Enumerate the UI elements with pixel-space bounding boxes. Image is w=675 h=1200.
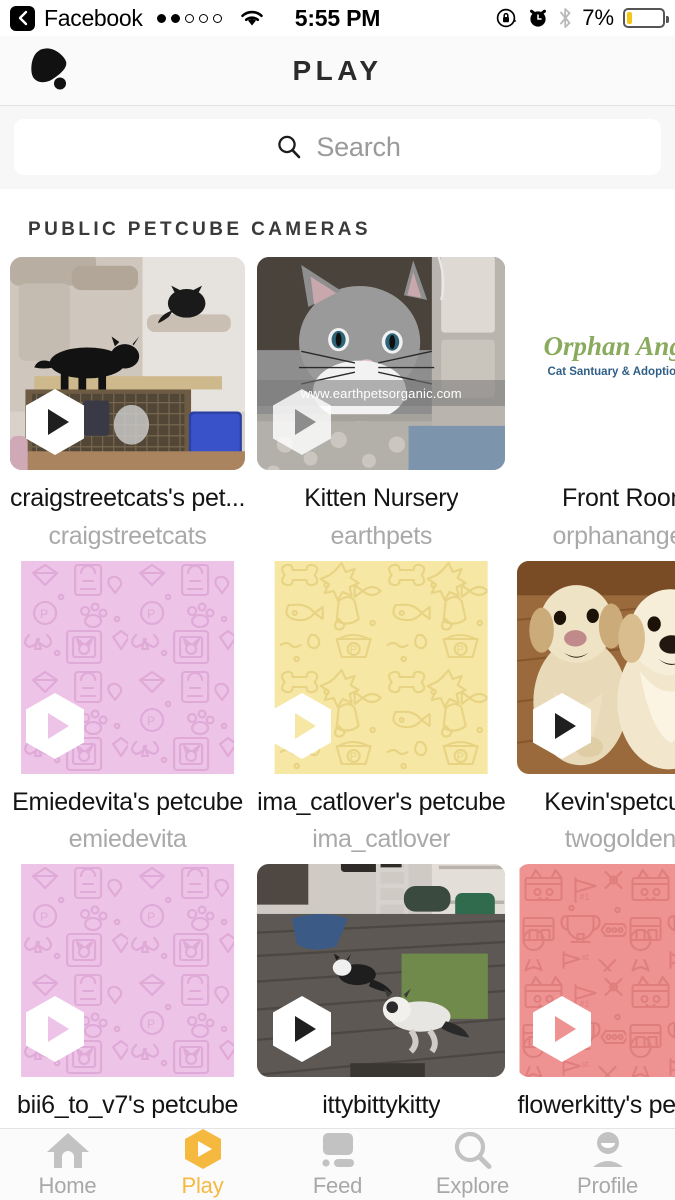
app-screen: Facebook 5:55 PM 7% PLAY Search PUBLIC P…	[0, 0, 675, 1200]
tab-home[interactable]: Home	[0, 1130, 135, 1199]
camera-card[interactable]: P	[257, 560, 506, 855]
signal-strength-icon	[156, 13, 222, 23]
tab-explore[interactable]: Explore	[405, 1130, 540, 1199]
camera-title: ima_catlover's petcube	[257, 787, 506, 816]
thumbnail-logo-orphan-angels: Orphan Angels Cat Santuary & Adoption Ce…	[520, 257, 675, 470]
tab-label-home: Home	[38, 1173, 97, 1198]
camera-card[interactable]: ittybittykitty	[257, 864, 506, 1120]
camera-thumbnail[interactable]	[257, 864, 506, 1077]
camera-thumbnail[interactable]: P	[10, 560, 246, 774]
bluetooth-icon	[560, 8, 571, 28]
camera-card[interactable]: Orphan Angels Cat Santuary & Adoption Ce…	[517, 257, 675, 551]
camera-thumbnail[interactable]: Orphan Angels Cat Santuary & Adoption Ce…	[517, 257, 675, 470]
camera-card[interactable]: Kevin'spetcube twogoldens	[517, 560, 675, 855]
tab-label-play: Play	[181, 1173, 224, 1198]
bottom-tab-bar: Home Play Feed Explore Profile	[0, 1128, 675, 1200]
status-bar: Facebook 5:55 PM 7%	[0, 0, 675, 36]
section-header: PUBLIC PETCUBE CAMERAS	[28, 219, 371, 240]
camera-card[interactable]: bii6_to_v7's petcube	[10, 864, 246, 1120]
camera-card[interactable]: craigstreetcats's pet... craigstreetcats	[10, 257, 246, 551]
camera-thumbnail[interactable]: www.earthpetsorganic.com	[257, 257, 506, 470]
play-button[interactable]	[531, 692, 593, 760]
navigation-bar: PLAY	[0, 36, 675, 106]
tab-profile[interactable]: Profile	[540, 1130, 675, 1199]
search-section: Search	[0, 106, 675, 189]
svg-text:Cat Santuary & Adoption Center: Cat Santuary & Adoption Center	[548, 366, 675, 378]
tab-feed[interactable]: Feed	[270, 1130, 405, 1199]
status-bar-left: Facebook	[10, 5, 267, 32]
alarm-clock-icon	[530, 9, 547, 27]
camera-title: Emiedevita's petcube	[12, 787, 244, 816]
back-app-label[interactable]: Facebook	[44, 5, 143, 32]
camera-thumbnail[interactable]	[517, 560, 675, 774]
tab-play[interactable]: Play	[135, 1129, 270, 1199]
status-bar-right: 7%	[496, 5, 669, 31]
tab-label-explore: Explore	[435, 1173, 510, 1198]
play-button[interactable]	[271, 995, 333, 1063]
camera-owner: emiedevita	[68, 825, 187, 854]
camera-owner: earthpets	[330, 521, 433, 550]
battery-percentage: 7%	[582, 5, 614, 30]
person-icon	[587, 1130, 629, 1170]
tab-label-profile: Profile	[577, 1173, 638, 1198]
back-to-facebook-button[interactable]	[10, 5, 35, 31]
camera-owner: craigstreetcats	[48, 521, 207, 550]
camera-title: craigstreetcats's pet...	[10, 484, 246, 512]
camera-title: Kevin'spetcube	[544, 787, 675, 816]
camera-owner: orphanangels	[552, 521, 675, 550]
page-title: PLAY	[292, 54, 383, 86]
camera-title: flowerkitty's petcube	[517, 1091, 675, 1119]
camera-thumbnail[interactable]: #1	[517, 864, 675, 1077]
camera-thumbnail[interactable]	[10, 257, 246, 470]
camera-thumbnail[interactable]	[10, 864, 246, 1077]
feed-icon	[316, 1130, 360, 1170]
play-button[interactable]	[24, 995, 86, 1063]
camera-title: Front Room	[562, 484, 675, 512]
camera-grid: craigstreetcats's pet... craigstreetcats	[10, 257, 675, 1128]
play-button[interactable]	[271, 388, 333, 456]
camera-list: PUBLIC PETCUBE CAMERAS craigstreetcats's…	[0, 189, 675, 1128]
wifi-icon	[240, 10, 263, 26]
camera-owner: ima_catlover	[312, 825, 451, 854]
play-button[interactable]	[24, 388, 86, 456]
camera-title: ittybittykitty	[322, 1091, 441, 1119]
play-button[interactable]	[24, 692, 86, 760]
battery-icon	[623, 8, 669, 28]
camera-card[interactable]: www.earthpetsorganic.com Kitten Nursery …	[257, 257, 506, 551]
camera-thumbnail[interactable]: P	[257, 560, 506, 774]
camera-title: Kitten Nursery	[304, 484, 459, 512]
chevron-left-icon	[18, 10, 27, 26]
play-button[interactable]	[271, 692, 333, 760]
camera-card[interactable]: P	[10, 560, 246, 855]
play-hexagon-icon	[183, 1129, 223, 1170]
svg-text:Orphan Angels: Orphan Angels	[544, 331, 675, 361]
petcube-logo-icon[interactable]	[24, 45, 80, 96]
search-icon	[278, 135, 301, 159]
search-placeholder: Search	[316, 131, 401, 162]
search-input[interactable]: Search	[14, 119, 661, 175]
tab-label-feed: Feed	[312, 1173, 363, 1198]
rotation-lock-icon	[496, 8, 517, 28]
search-magnifier-icon	[452, 1130, 494, 1170]
camera-owner: twogoldens	[564, 825, 675, 854]
home-icon	[45, 1130, 91, 1170]
play-button[interactable]	[531, 995, 593, 1063]
camera-card[interactable]: #1	[517, 864, 675, 1120]
camera-title: bii6_to_v7's petcube	[17, 1091, 239, 1119]
